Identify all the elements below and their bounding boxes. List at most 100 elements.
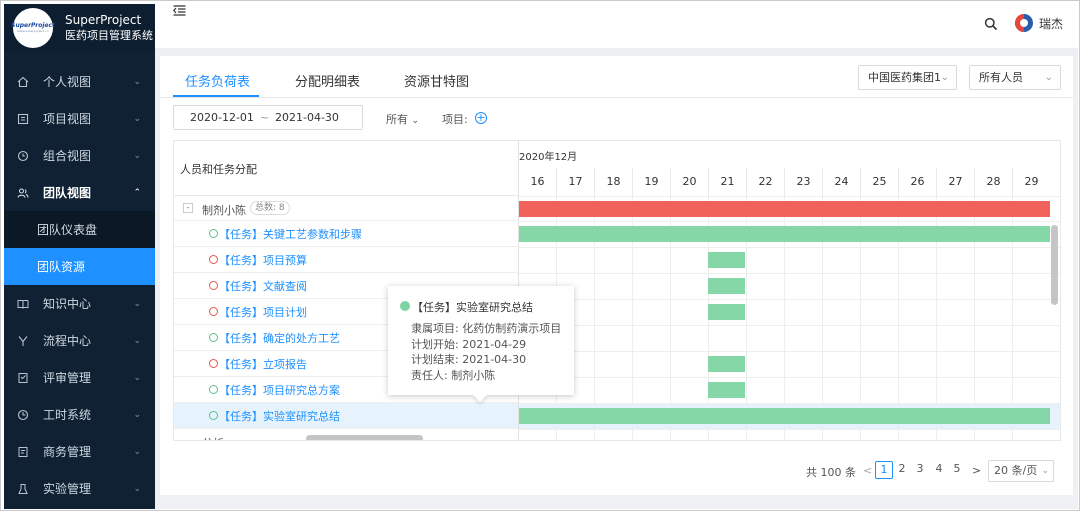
sidebar-subitem-team-dashboard[interactable]: 团队仪表盘 (4, 211, 155, 248)
sidebar-item-label: 工时系统 (43, 408, 92, 422)
sidebar-item-business[interactable]: 商务管理 ⌄ (4, 433, 155, 470)
next-page-button[interactable]: > (972, 464, 981, 477)
grid-row-line (519, 273, 1060, 274)
sidebar-item-team[interactable]: 团队视图 ⌃ (4, 174, 155, 211)
business-icon (16, 445, 30, 459)
page-3[interactable]: 3 (911, 461, 929, 479)
group-load-bar[interactable] (519, 201, 1050, 217)
horizontal-scrollbar[interactable] (306, 435, 423, 440)
day-header: 27 (936, 168, 974, 196)
task-name[interactable]: 【任务】项目研究总方案 (219, 382, 340, 398)
status-circle-icon (209, 333, 218, 342)
chevron-down-icon: ⌄ (940, 72, 949, 83)
sidebar-item-review[interactable]: 评审管理 ⌄ (4, 359, 155, 396)
collapse-toggle[interactable]: - (183, 203, 193, 213)
sidebar-item-timesheet[interactable]: 工时系统 ⌄ (4, 396, 155, 433)
top-bar: 瑞杰 (155, 4, 1078, 49)
task-bar[interactable] (708, 382, 745, 398)
date-start: 2020-12-01 (190, 111, 254, 124)
menu-fold-icon[interactable] (173, 5, 186, 20)
task-bar[interactable] (708, 278, 745, 294)
task-row[interactable]: 【任务】关键工艺参数和步骤 (174, 221, 518, 247)
day-header: 16 (518, 168, 556, 196)
home-icon (16, 75, 30, 89)
tooltip-title: 【任务】实验室研究总结 (412, 301, 533, 314)
grid-row-line (519, 299, 1060, 300)
person-select[interactable]: 所有人员 ⌄ (969, 65, 1061, 90)
group-row[interactable]: - 制剂小陈 总数: 8 (174, 196, 518, 221)
pagination: 共 100 条 < 1 2 3 4 5 > 20 条/页 ⌄ (160, 459, 1073, 483)
page-size-select[interactable]: 20 条/页 ⌄ (988, 460, 1054, 482)
page-5[interactable]: 5 (948, 461, 966, 479)
task-name[interactable]: 【任务】实验室研究总结 (219, 408, 340, 424)
brand-title: SuperProject 医药项目管理系统 (65, 12, 153, 44)
status-circle-icon (209, 411, 218, 420)
sidebar-item-project[interactable]: 项目视图 ⌄ (4, 100, 155, 137)
chevron-down-icon: ⌄ (133, 76, 141, 87)
day-header: 24 (822, 168, 860, 196)
sidebar-subitem-team-resources[interactable]: 团队资源 (4, 248, 155, 285)
sidebar-item-workflow[interactable]: 流程中心 ⌄ (4, 322, 155, 359)
task-name[interactable]: 【任务】关键工艺参数和步骤 (219, 226, 362, 242)
sidebar-item-portfolio[interactable]: 组合视图 ⌄ (4, 137, 155, 174)
task-name[interactable]: 【任务】项目预算 (219, 252, 307, 268)
sidebar-item-knowledge[interactable]: 知识中心 ⌄ (4, 285, 155, 322)
tooltip-start: 计划开始: 2021-04-29 (411, 338, 527, 351)
day-header: 26 (898, 168, 936, 196)
chevron-down-icon: ⌄ (133, 335, 141, 346)
task-row[interactable]: 【任务】实验室研究总结 (174, 403, 518, 429)
sidebar-item-lab[interactable]: 实验管理 ⌄ (4, 470, 155, 507)
task-bar[interactable] (519, 408, 1050, 424)
tooltip-project: 隶属项目: 化药仿制药演示项目 (411, 322, 562, 335)
task-name[interactable]: 【任务】文献查阅 (219, 278, 307, 294)
tooltip-end: 计划结束: 2021-04-30 (411, 353, 527, 366)
portfolio-icon (16, 149, 30, 163)
logo-subtext: www.superproject.cn (17, 28, 49, 33)
sidebar-item-label: 流程中心 (43, 334, 92, 348)
sidebar-item-label: 商务管理 (43, 445, 92, 459)
tab-allocation-detail[interactable]: 分配明细表 (295, 71, 360, 90)
task-name[interactable]: 【任务】确定的处方工艺 (219, 330, 340, 346)
task-bar[interactable] (519, 226, 1050, 242)
chevron-down-icon: ⌄ (133, 113, 141, 124)
task-name[interactable]: 【任务】项目计划 (219, 304, 307, 320)
org-select[interactable]: 中国医药集团1 ⌄ (858, 65, 957, 90)
add-project-icon[interactable]: + (475, 112, 487, 124)
chevron-down-icon: ⌄ (133, 409, 141, 420)
chevron-down-icon: ⌄ (133, 446, 141, 457)
date-range-picker[interactable]: 2020-12-01 ~ 2021-04-30 (173, 105, 363, 130)
vertical-scrollbar[interactable] (1051, 225, 1058, 305)
tab-resource-gantt[interactable]: 资源甘特图 (404, 71, 469, 90)
project-icon (16, 112, 30, 126)
task-bar[interactable] (708, 356, 745, 372)
logo-text: SuperProject (11, 21, 55, 29)
tab-task-load[interactable]: 任务负荷表 (185, 71, 250, 90)
status-circle-icon (209, 385, 218, 394)
grid-row-line (519, 403, 1060, 404)
date-end: 2021-04-30 (275, 111, 339, 124)
gantt-left-header-label: 人员和任务分配 (180, 163, 257, 176)
day-header: 18 (594, 168, 632, 196)
page-2[interactable]: 2 (893, 461, 911, 479)
prev-page-button[interactable]: < (863, 464, 872, 477)
sidebar-item-label: 实验管理 (43, 482, 92, 496)
task-name[interactable]: 【任务】立项报告 (219, 356, 307, 372)
user-menu[interactable]: 瑞杰 (1015, 14, 1063, 32)
total-count: 共 100 条 (806, 466, 856, 479)
grid-row-line (519, 429, 1060, 430)
status-dot-icon (400, 301, 410, 311)
scope-dropdown[interactable]: 所有 ⌄ (386, 111, 419, 127)
search-icon[interactable] (984, 17, 998, 31)
page-1[interactable]: 1 (875, 461, 893, 479)
sidebar-item-personal[interactable]: 个人视图 ⌄ (4, 63, 155, 100)
logo[interactable]: SuperProject www.superproject.cn (11, 7, 55, 48)
task-bar[interactable] (708, 252, 745, 268)
task-bar[interactable] (708, 304, 745, 320)
chevron-down-icon: ⌄ (1041, 466, 1049, 476)
app-window: SuperProject www.superproject.cn SuperPr… (0, 0, 1080, 511)
task-row[interactable]: 【任务】项目预算 (174, 247, 518, 273)
page-4[interactable]: 4 (930, 461, 948, 479)
day-header: 17 (556, 168, 594, 196)
status-circle-icon (209, 255, 218, 264)
brand: SuperProject www.superproject.cn SuperPr… (4, 4, 155, 51)
